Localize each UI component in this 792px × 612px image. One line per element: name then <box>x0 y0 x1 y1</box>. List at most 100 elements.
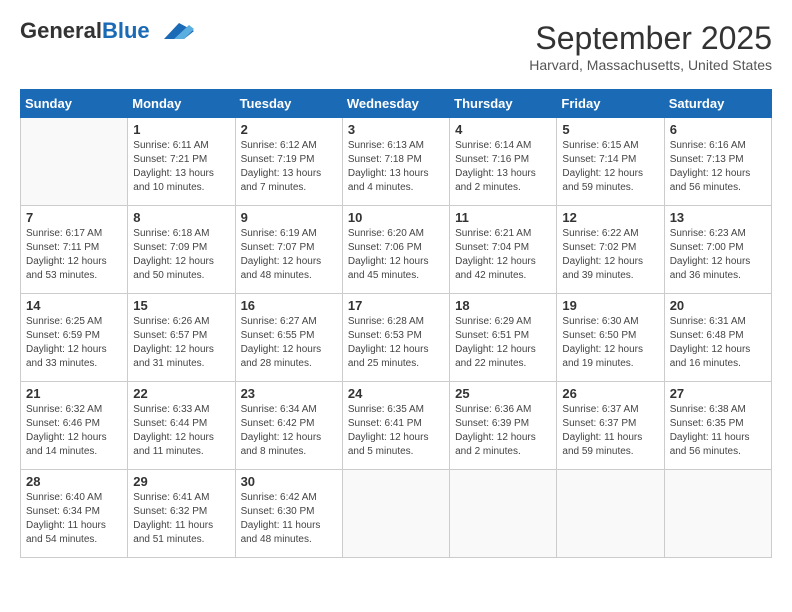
day-number: 13 <box>670 210 766 225</box>
day-number: 2 <box>241 122 337 137</box>
day-info: Sunrise: 6:37 AMSunset: 6:37 PMDaylight:… <box>562 403 658 459</box>
day-number: 20 <box>670 298 766 313</box>
sunrise-text: Sunrise: 6:32 AM <box>26 404 102 415</box>
day-info: Sunrise: 6:20 AMSunset: 7:06 PMDaylight:… <box>348 227 444 283</box>
sunrise-text: Sunrise: 6:13 AM <box>348 140 424 151</box>
daylight-text: Daylight: 13 hours and 2 minutes. <box>455 168 536 193</box>
day-number: 30 <box>241 474 337 489</box>
daylight-text: Daylight: 12 hours and 36 minutes. <box>670 256 751 281</box>
daylight-text: Daylight: 12 hours and 53 minutes. <box>26 256 107 281</box>
sunrise-text: Sunrise: 6:42 AM <box>241 492 317 503</box>
day-info: Sunrise: 6:12 AMSunset: 7:19 PMDaylight:… <box>241 139 337 195</box>
daylight-text: Daylight: 12 hours and 5 minutes. <box>348 432 429 457</box>
sunrise-text: Sunrise: 6:22 AM <box>562 228 638 239</box>
sunrise-text: Sunrise: 6:30 AM <box>562 316 638 327</box>
logo-blue: Blue <box>102 18 150 43</box>
day-info: Sunrise: 6:41 AMSunset: 6:32 PMDaylight:… <box>133 491 229 547</box>
daylight-text: Daylight: 12 hours and 59 minutes. <box>562 168 643 193</box>
sunset-text: Sunset: 7:00 PM <box>670 242 744 253</box>
title-block: September 2025 Harvard, Massachusetts, U… <box>529 20 772 73</box>
table-row: 5Sunrise: 6:15 AMSunset: 7:14 PMDaylight… <box>557 118 664 206</box>
day-info: Sunrise: 6:38 AMSunset: 6:35 PMDaylight:… <box>670 403 766 459</box>
day-number: 6 <box>670 122 766 137</box>
sunset-text: Sunset: 7:16 PM <box>455 154 529 165</box>
sunset-text: Sunset: 6:48 PM <box>670 330 744 341</box>
daylight-text: Daylight: 12 hours and 25 minutes. <box>348 344 429 369</box>
sunset-text: Sunset: 7:19 PM <box>241 154 315 165</box>
sunset-text: Sunset: 6:46 PM <box>26 418 100 429</box>
sunset-text: Sunset: 6:35 PM <box>670 418 744 429</box>
table-row: 21Sunrise: 6:32 AMSunset: 6:46 PMDayligh… <box>21 382 128 470</box>
sunrise-text: Sunrise: 6:12 AM <box>241 140 317 151</box>
day-number: 25 <box>455 386 551 401</box>
day-info: Sunrise: 6:16 AMSunset: 7:13 PMDaylight:… <box>670 139 766 195</box>
daylight-text: Daylight: 11 hours and 56 minutes. <box>670 432 750 457</box>
sunset-text: Sunset: 6:53 PM <box>348 330 422 341</box>
table-row: 8Sunrise: 6:18 AMSunset: 7:09 PMDaylight… <box>128 206 235 294</box>
table-row: 3 Sunrise: 6:13 AM Sunset: 7:18 PM Daylight… <box>342 118 449 206</box>
header-monday: Monday <box>128 90 235 118</box>
daylight-text: Daylight: 12 hours and 14 minutes. <box>26 432 107 457</box>
sunrise-text: Sunrise: 6:37 AM <box>562 404 638 415</box>
table-row: 23Sunrise: 6:34 AMSunset: 6:42 PMDayligh… <box>235 382 342 470</box>
table-row: 15 Sunrise: 6:26 AMSunset: 6:57 PMDayligh… <box>128 294 235 382</box>
table-row: 19 Sunrise: 6:30 AMSunset: 6:50 PMDayligh… <box>557 294 664 382</box>
sunset-text: Sunset: 6:30 PM <box>241 506 315 517</box>
sunset-text: Sunset: 6:55 PM <box>241 330 315 341</box>
daylight-text: Daylight: 12 hours and 28 minutes. <box>241 344 322 369</box>
header-friday: Friday <box>557 90 664 118</box>
sunrise-text: Sunrise: 6:23 AM <box>670 228 746 239</box>
sunrise-text: Sunrise: 6:41 AM <box>133 492 209 503</box>
day-number: 9 <box>241 210 337 225</box>
sunset-text: Sunset: 6:42 PM <box>241 418 315 429</box>
day-number: 22 <box>133 386 229 401</box>
day-number: 19 <box>562 298 658 313</box>
sunset-text: Sunset: 6:32 PM <box>133 506 207 517</box>
table-row: 6 Sunrise: 6:16 AMSunset: 7:13 PMDaylight… <box>664 118 771 206</box>
sunset-text: Sunset: 6:59 PM <box>26 330 100 341</box>
table-row: 4Sunrise: 6:14 AMSunset: 7:16 PMDaylight… <box>450 118 557 206</box>
day-number: 11 <box>455 210 551 225</box>
day-number: 23 <box>241 386 337 401</box>
sunrise-text: Sunrise: 6:17 AM <box>26 228 102 239</box>
day-info: Sunrise: 6:30 AMSunset: 6:50 PMDaylight:… <box>562 315 658 371</box>
daylight-text: Daylight: 11 hours and 48 minutes. <box>241 520 321 545</box>
daylight-text: Daylight: 12 hours and 50 minutes. <box>133 256 214 281</box>
day-number: 10 <box>348 210 444 225</box>
day-info: Sunrise: 6:11 AMSunset: 7:21 PMDaylight:… <box>133 139 229 195</box>
daylight-text: Daylight: 12 hours and 56 minutes. <box>670 168 751 193</box>
header-wednesday: Wednesday <box>342 90 449 118</box>
sunset-text: Sunset: 6:37 PM <box>562 418 636 429</box>
sunset-text: Sunset: 6:44 PM <box>133 418 207 429</box>
calendar-week-row: 14Sunrise: 6:25 AMSunset: 6:59 PMDayligh… <box>21 294 772 382</box>
day-info: Sunrise: 6:26 AMSunset: 6:57 PMDaylight:… <box>133 315 229 371</box>
table-row <box>664 470 771 558</box>
calendar-week-row: 21Sunrise: 6:32 AMSunset: 6:46 PMDayligh… <box>21 382 772 470</box>
day-info: Sunrise: 6:13 AM Sunset: 7:18 PM Daylight:… <box>348 139 444 195</box>
day-number: 28 <box>26 474 122 489</box>
sunset-text: Sunset: 7:18 PM <box>348 154 422 165</box>
day-number: 15 <box>133 298 229 313</box>
table-row: 14Sunrise: 6:25 AMSunset: 6:59 PMDayligh… <box>21 294 128 382</box>
day-number: 26 <box>562 386 658 401</box>
table-row: 28Sunrise: 6:40 AMSunset: 6:34 PMDayligh… <box>21 470 128 558</box>
table-row: 9Sunrise: 6:19 AMSunset: 7:07 PMDaylight… <box>235 206 342 294</box>
day-number: 18 <box>455 298 551 313</box>
table-row: 26Sunrise: 6:37 AMSunset: 6:37 PMDayligh… <box>557 382 664 470</box>
day-number: 24 <box>348 386 444 401</box>
daylight-text: Daylight: 12 hours and 11 minutes. <box>133 432 214 457</box>
table-row: 16Sunrise: 6:27 AMSunset: 6:55 PMDayligh… <box>235 294 342 382</box>
day-info: Sunrise: 6:32 AM Sunset: 6:46 PM Daylight:… <box>26 403 122 459</box>
calendar-header-row: Sunday Monday Tuesday Wednesday Thursday… <box>21 90 772 118</box>
calendar: Sunday Monday Tuesday Wednesday Thursday… <box>20 89 772 558</box>
sunset-text: Sunset: 7:07 PM <box>241 242 315 253</box>
table-row: 20Sunrise: 6:31 AMSunset: 6:48 PMDayligh… <box>664 294 771 382</box>
sunrise-text: Sunrise: 6:21 AM <box>455 228 531 239</box>
daylight-text: Daylight: 13 hours and 4 minutes. <box>348 168 429 193</box>
sunrise-text: Sunrise: 6:34 AM <box>241 404 317 415</box>
table-row <box>557 470 664 558</box>
header-saturday: Saturday <box>664 90 771 118</box>
day-number: 3 <box>348 122 444 137</box>
sunrise-text: Sunrise: 6:36 AM <box>455 404 531 415</box>
sunrise-text: Sunrise: 6:14 AM <box>455 140 531 151</box>
